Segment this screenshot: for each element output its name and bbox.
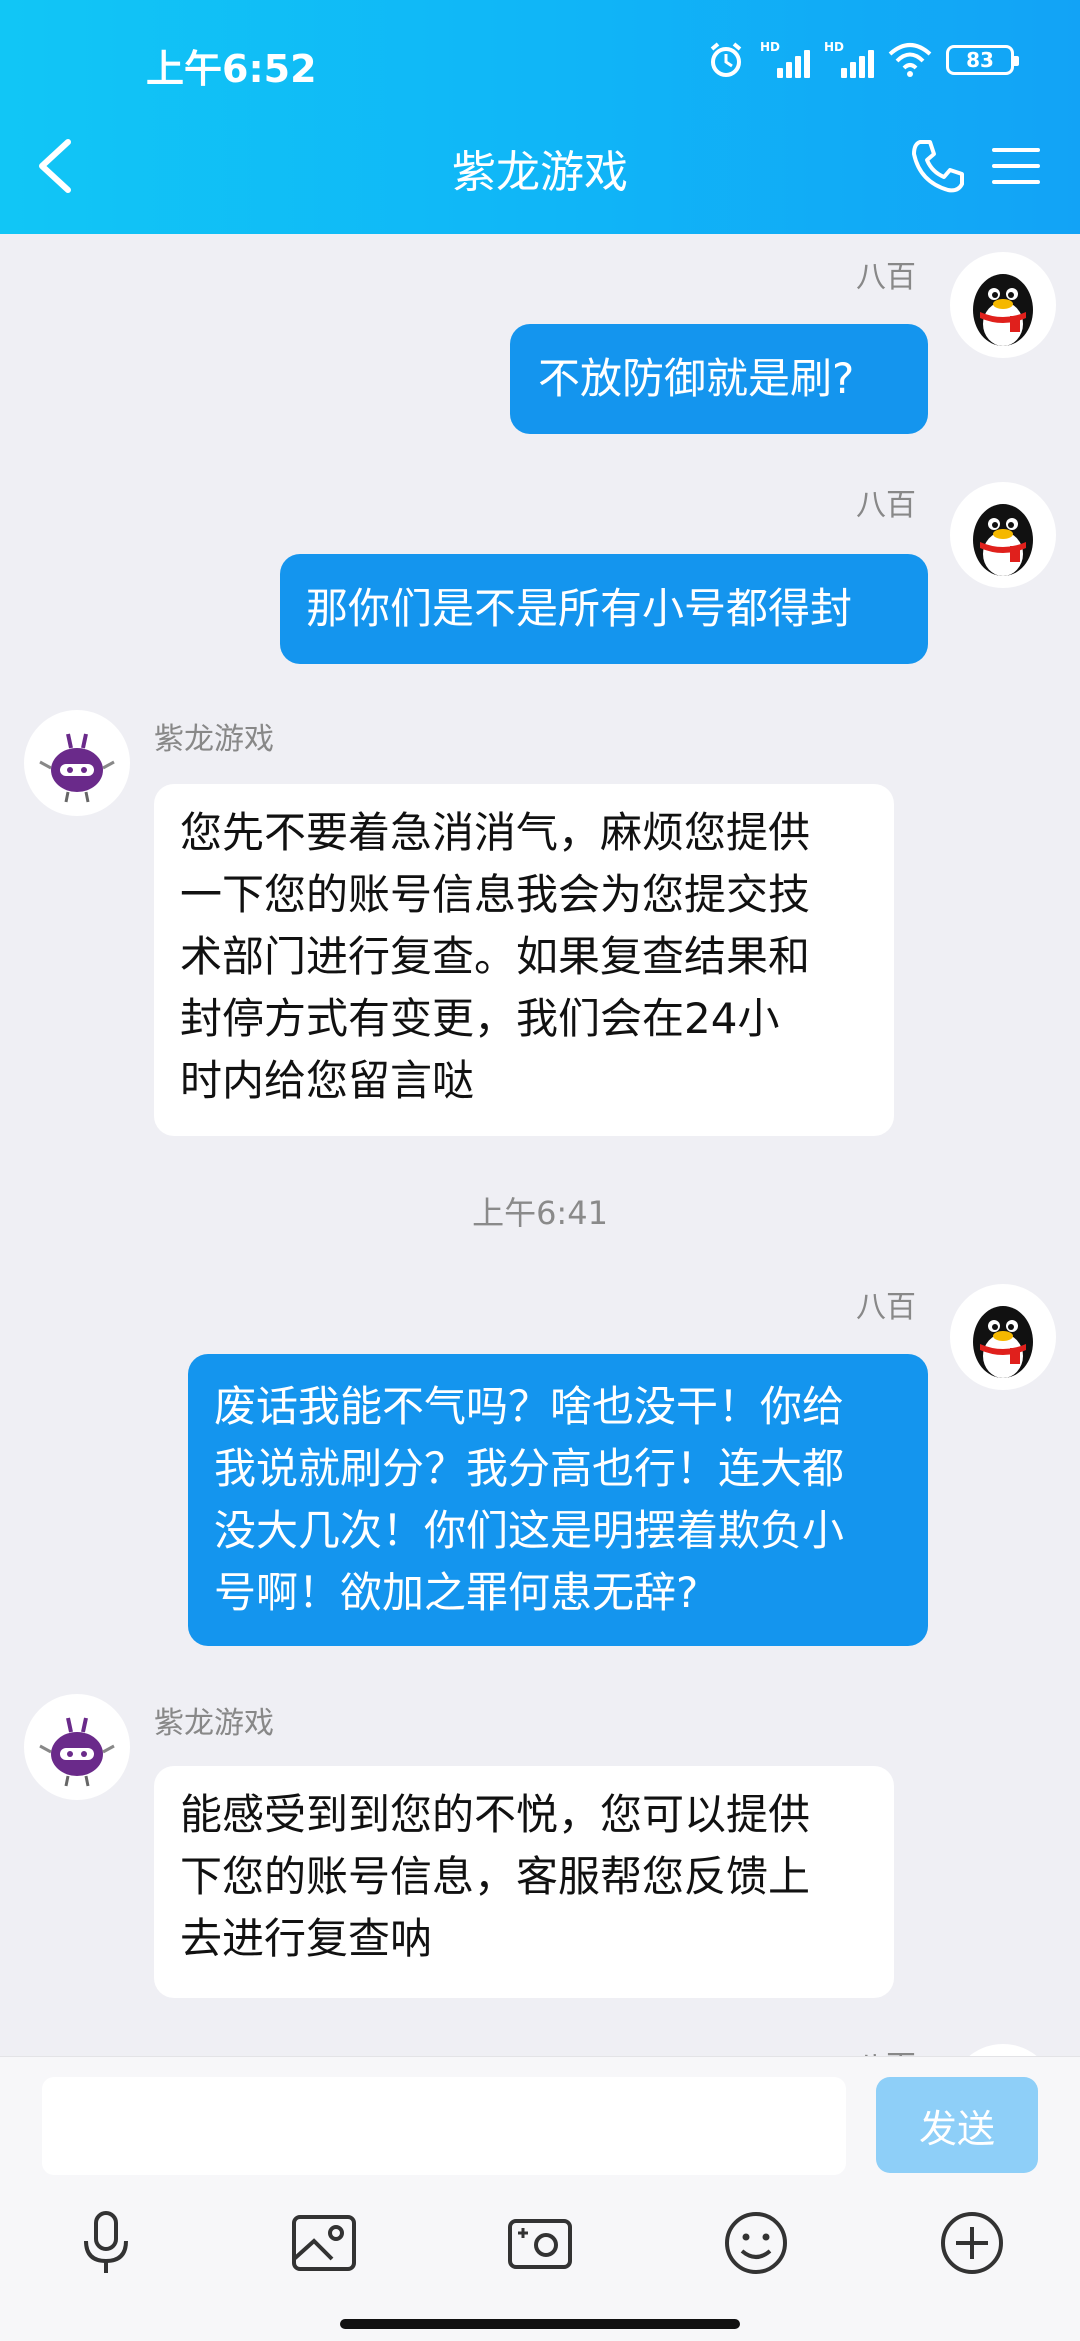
penguin-avatar-icon <box>950 2044 1056 2056</box>
sender-name: 紫龙游戏 <box>154 722 274 757</box>
status-icons: HD HD 83 <box>706 40 1019 80</box>
composer-toolbar <box>0 2207 1080 2287</box>
send-button[interactable]: 发送 <box>876 2077 1038 2173</box>
emoji-icon[interactable] <box>720 2207 792 2279</box>
wifi-icon <box>888 43 932 77</box>
signal-icon-2: HD <box>824 40 874 78</box>
sender-name: 八百 <box>856 488 916 523</box>
zilong-avatar-icon <box>39 1717 115 1787</box>
camera-icon[interactable] <box>504 2207 576 2279</box>
message-bubble[interactable]: 废话我能不气吗？啥也没干！你给 我说就刷分？我分高也行！连大都 没大几次！你们这… <box>188 1354 928 1646</box>
phone-icon[interactable] <box>908 136 968 196</box>
message-bubble[interactable]: 那你们是不是所有小号都得封 <box>280 554 928 664</box>
image-icon[interactable] <box>288 2207 360 2279</box>
message-input[interactable] <box>42 2077 846 2175</box>
status-time: 上午6:52 <box>146 47 317 91</box>
avatar[interactable] <box>950 252 1056 358</box>
home-indicator <box>340 2319 740 2329</box>
message-bubble[interactable]: 您先不要着急消消气，麻烦您提供 一下您的账号信息我会为您提交技 术部门进行复查。… <box>154 784 894 1136</box>
avatar[interactable] <box>950 1284 1056 1390</box>
message-bubble[interactable]: 能感受到到您的不悦，您可以提供 下您的账号信息，客服帮您反馈上 去进行复查呐 <box>154 1766 894 1998</box>
avatar[interactable] <box>950 2044 1056 2056</box>
message-timestamp: 上午6:41 <box>472 1194 608 1232</box>
sender-name: 八百 <box>856 260 916 295</box>
message-composer: 发送 <box>0 2056 1080 2341</box>
sender-name: 八百 <box>856 1290 916 1325</box>
zilong-avatar-icon <box>39 733 115 803</box>
plus-icon[interactable] <box>936 2207 1008 2279</box>
sender-name: 紫龙游戏 <box>154 1706 274 1741</box>
penguin-avatar-icon <box>973 1306 1033 1378</box>
alarm-icon <box>710 42 742 77</box>
message-bubble[interactable]: 不放防御就是刷? <box>510 324 928 434</box>
battery-indicator: 83 <box>946 45 1019 75</box>
avatar[interactable] <box>950 482 1056 588</box>
penguin-avatar-icon <box>973 504 1033 576</box>
avatar[interactable] <box>24 1694 130 1800</box>
signal-icon-1: HD <box>760 40 810 78</box>
microphone-icon[interactable] <box>70 2207 142 2279</box>
avatar[interactable] <box>24 710 130 816</box>
menu-icon[interactable] <box>992 146 1040 186</box>
chat-header: 上午6:52 HD HD 83 紫龙游戏 <box>0 0 1080 234</box>
sender-name: 八百 <box>856 2042 916 2056</box>
chat-messages: 八百 不放防御就是刷? 八百 那你们是不是所有小号都得封 紫龙游戏 您先不要着急… <box>0 234 1080 2056</box>
penguin-avatar-icon <box>973 274 1033 346</box>
